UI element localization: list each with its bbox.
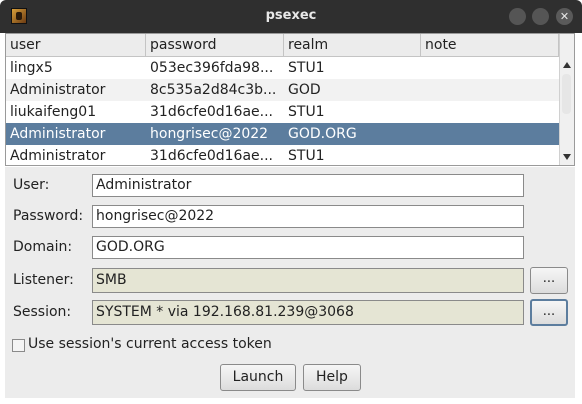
scroll-up-icon[interactable] [563,62,571,68]
column-header-note[interactable]: note [421,34,559,56]
cell-realm: GOD.ORG [288,126,357,142]
launch-button[interactable]: Launch [220,364,296,391]
cell-user: Administrator [10,82,106,98]
cell-password: 053ec396fda98... [150,60,274,76]
password-field[interactable]: hongrisec@2022 [92,205,524,228]
column-header-password[interactable]: password [146,34,284,56]
cell-user: Administrator [10,148,106,164]
user-field[interactable]: Administrator [92,174,524,197]
access-token-checkbox-label[interactable]: Use session's current access token [28,336,272,352]
domain-label: Domain: [13,239,73,255]
scroll-thumb[interactable] [562,74,571,114]
cell-user: Administrator [10,126,106,142]
table-row[interactable]: liukaifeng01 31d6cfe0d16ae... STU1 [6,101,559,123]
domain-field[interactable]: GOD.ORG [92,236,524,259]
cell-realm: STU1 [288,60,325,76]
listener-browse-button[interactable]: ... [530,267,568,294]
listener-label: Listener: [13,272,74,288]
password-label: Password: [13,208,84,224]
table-row[interactable]: lingx5 053ec396fda98... STU1 [6,57,559,79]
table-row-selected[interactable]: Administrator hongrisec@2022 GOD.ORG [6,123,559,145]
credential-form: User: Administrator Password: hongrisec@… [5,167,575,398]
session-field: SYSTEM * via 192.168.81.239@3068 [92,300,524,325]
cell-realm: STU1 [288,104,325,120]
cell-password: hongrisec@2022 [150,126,269,142]
cell-realm: GOD [288,82,321,98]
cell-password: 8c535a2d84c3b... [150,82,277,98]
minimize-button[interactable] [509,8,526,25]
table-row[interactable]: Administrator 31d6cfe0d16ae... STU1 [6,145,559,165]
cell-user: lingx5 [10,60,53,76]
user-label: User: [13,177,50,193]
cell-password: 31d6cfe0d16ae... [150,104,273,120]
cell-realm: STU1 [288,148,325,164]
table-header: user password realm note [6,34,559,57]
help-button[interactable]: Help [303,364,361,391]
access-token-checkbox[interactable] [12,339,25,352]
credentials-table: user password realm note lingx5 053ec396… [5,33,575,166]
close-icon: ✕ [559,10,570,23]
close-button[interactable]: ✕ [556,8,573,25]
title-bar[interactable]: psexec ✕ [0,0,582,33]
table-scrollbar[interactable] [559,34,574,165]
listener-field: SMB [92,268,524,293]
cell-password: 31d6cfe0d16ae... [150,148,273,164]
psexec-dialog: psexec ✕ user password realm note lingx5… [0,0,582,404]
window-title: psexec [265,8,317,23]
table-row[interactable]: Administrator 8c535a2d84c3b... GOD [6,79,559,101]
column-header-user[interactable]: user [6,34,146,56]
cell-user: liukaifeng01 [10,104,97,120]
maximize-button[interactable] [532,8,549,25]
column-header-realm[interactable]: realm [284,34,421,56]
session-label: Session: [13,304,72,320]
session-browse-button[interactable]: ... [530,299,568,326]
scroll-down-icon[interactable] [563,154,571,160]
